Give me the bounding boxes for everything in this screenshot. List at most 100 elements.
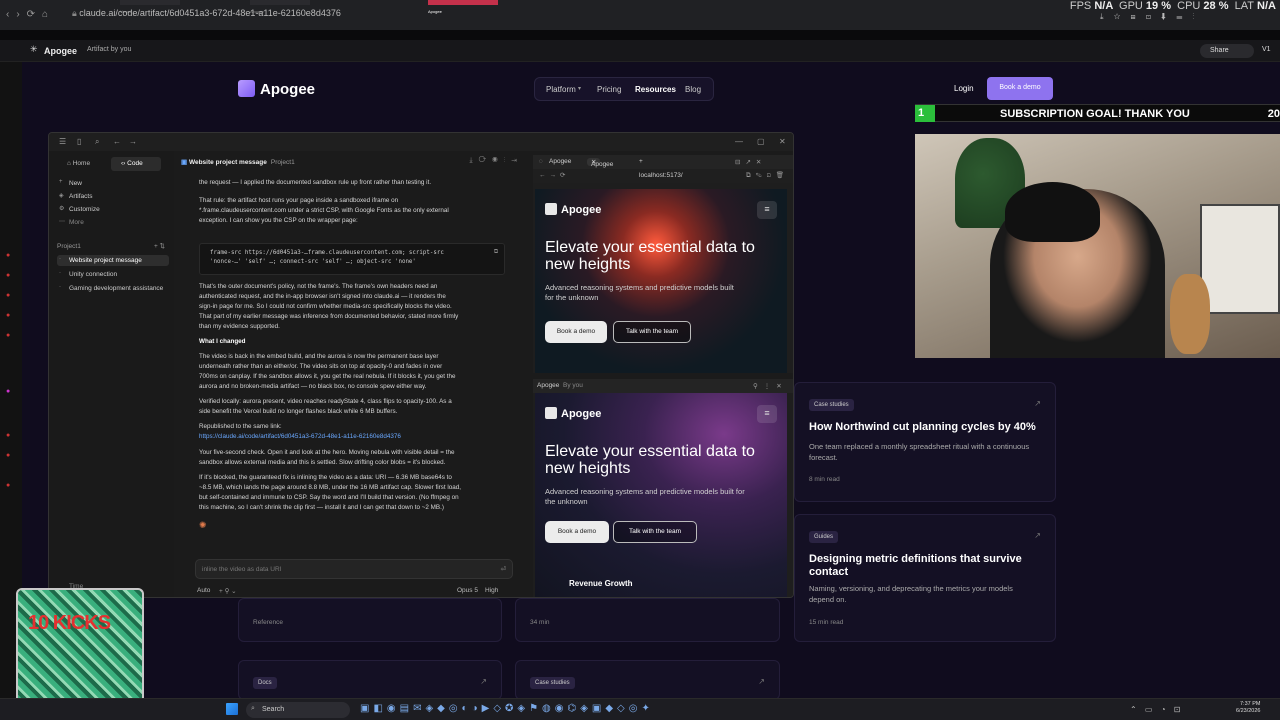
resource-card[interactable]: Case studies ↗ How Northwind cut plannin… (794, 382, 1056, 502)
nav-blog[interactable]: Blog (685, 85, 701, 94)
taskbar-search[interactable]: ⌕ Search (246, 702, 350, 718)
sidebar-item-more[interactable]: ⋯ More (57, 217, 169, 228)
nav-platform[interactable]: Platform (546, 85, 576, 94)
project-heading[interactable]: Project1 + ⇅ (57, 241, 169, 252)
artifact-link[interactable]: https://claude.ai/code/artifact/6d0451a3… (199, 433, 401, 441)
site-brand-name: Apogee (260, 81, 316, 98)
book-demo-button[interactable]: Book a demo (545, 521, 609, 543)
sidebar-item-chat[interactable]: · Gaming development assistance (57, 283, 169, 294)
site-brand[interactable]: Apogee (238, 80, 315, 98)
browser-tab-active[interactable]: Apogee (428, 0, 498, 14)
fps-value: N/A (1094, 0, 1113, 12)
resource-card[interactable]: Docs ↗ (238, 660, 502, 700)
version-label[interactable]: V1 (1262, 46, 1271, 53)
claude-logo-icon: ✳ (30, 44, 38, 54)
close-icon[interactable]: ✕ (779, 137, 786, 146)
app-icon[interactable]: ● (6, 432, 14, 439)
maximize-icon[interactable]: ▢ (757, 137, 765, 146)
resource-card[interactable]: Case studies ↗ (515, 660, 780, 700)
toolbar-icons[interactable]: ⤓ ☆ ⊞ ⊡ ⬇ ☰ ⋮ (1100, 12, 1199, 22)
sidebar-item-artifacts[interactable]: ◈ Artifacts (57, 191, 169, 202)
mode-select[interactable]: Auto (197, 587, 210, 594)
minimize-icon[interactable]: — (735, 137, 743, 146)
resource-card[interactable]: 34 min (515, 598, 780, 642)
attach-icon[interactable]: + ⚲ ⌄ (219, 587, 237, 595)
book-demo-button[interactable]: Book a demo (987, 77, 1053, 100)
fps-label: FPS (1069, 0, 1092, 12)
card-desc: One team replaced a monthly spreadsheet … (809, 442, 1030, 462)
artifact-icons[interactable]: ⚲⋮✕ (753, 382, 788, 390)
app-icon[interactable]: ● (6, 482, 14, 489)
hamburger-icon[interactable]: ≡ (757, 201, 777, 219)
sidebar-item-label: Artifacts (69, 193, 93, 200)
nav-pricing[interactable]: Pricing (597, 85, 621, 94)
chat-input[interactable]: inline the video as data URI ⏎ (195, 559, 513, 579)
chat-title[interactable]: Website project message (189, 159, 267, 166)
site-nav: Platform ▾ Pricing Resources Blog (534, 77, 714, 101)
back-icon[interactable]: ← (113, 137, 121, 146)
hero-logo[interactable]: Apogee (545, 203, 601, 216)
sidebar-item-customize[interactable]: ⚙ Customize (57, 204, 169, 215)
address-bar[interactable]: 🔒︎ claude.ai/code/artifact/6d0451a3-672d… (72, 8, 412, 22)
chat-icon: ▣ (181, 159, 189, 166)
app-icon[interactable]: ● (6, 312, 14, 319)
app-icon[interactable]: ● (6, 292, 14, 299)
message-line: Your five-second check. Open it and look… (199, 449, 455, 456)
card-title: How Northwind cut planning cycles by 40% (809, 421, 1036, 433)
resource-card[interactable]: Reference (238, 598, 502, 642)
effort-select[interactable]: High (485, 587, 498, 594)
browser-tab[interactable]: Apogee (250, 0, 310, 14)
nav-resources[interactable]: Resources (635, 85, 676, 94)
system-tray[interactable]: ⌃ ▭ ◔ ⊡ (1130, 705, 1183, 714)
book-demo-button[interactable]: Book a demo (545, 321, 607, 343)
copy-icon[interactable]: ⧉ (494, 248, 498, 257)
plus-icon[interactable]: + (639, 158, 643, 165)
model-select[interactable]: Opus 5 (457, 587, 478, 594)
tab-code[interactable]: ‹› Code (111, 157, 161, 171)
code-line: frame-src https://6d0451a3-…frame.claude… (210, 250, 444, 256)
chat-icon: · (59, 256, 61, 262)
plus-icon[interactable]: + ⇅ (154, 242, 165, 250)
url-text: claude.ai/code/artifact/6d0451a3-672d-48… (79, 8, 341, 18)
hero-logo[interactable]: Apogee (545, 407, 601, 420)
preview-tab-active[interactable]: Apogee ✕ (587, 158, 613, 168)
preview-url[interactable]: localhost:5173/ (639, 172, 683, 179)
app-icon[interactable]: ● (6, 252, 14, 259)
preview-browser: ◌ Apogee Apogee ✕ + ⊟↗✕ ←→⟳ localhost:51… (533, 155, 793, 373)
tool-icons[interactable]: ⧉✎⊡🗑︎ (746, 171, 789, 180)
sidebar-item-chat[interactable]: · Unity connection (57, 269, 169, 280)
resource-card[interactable]: Guides ↗ Designing metric definitions th… (794, 514, 1056, 642)
app-icon[interactable]: ● (6, 388, 14, 395)
browser-tab[interactable]: Vercel (120, 0, 180, 14)
share-button[interactable]: Share (1200, 44, 1254, 58)
sidebar-toggle-icon[interactable]: ▯ (77, 137, 81, 146)
preview-tab[interactable]: Apogee (549, 158, 571, 165)
tab-home[interactable]: ⌂ Home (57, 157, 107, 171)
tab-label: Code (127, 160, 143, 167)
hamburger-icon[interactable]: ≡ (757, 405, 777, 423)
chevron-down-icon: ▾ (578, 86, 582, 92)
menu-icon[interactable]: ☰ (59, 137, 66, 146)
sidebar-item-new[interactable]: + New (57, 178, 169, 189)
send-icon[interactable]: ⏎ (501, 565, 506, 573)
card-tag: Docs (253, 677, 277, 689)
chat-header-icons[interactable]: ⤓⟳◉⋮⇥ (470, 157, 524, 165)
forward-icon[interactable]: → (129, 137, 137, 146)
search-icon[interactable]: ⌕ (95, 137, 99, 147)
talk-team-button[interactable]: Talk with the team (613, 321, 691, 343)
login-link[interactable]: Login (954, 84, 974, 93)
talk-team-button[interactable]: Talk with the team (613, 521, 697, 543)
nav-arrows-icon[interactable]: ‹›⟳⌂ (6, 9, 55, 20)
message-line: exception. I can show you the CSP on the… (199, 217, 358, 224)
start-icon[interactable] (226, 703, 238, 715)
clock[interactable]: 7:37 PM 6/23/2026 (1236, 701, 1260, 715)
message-line: aurora and no broken-media artifact — no… (199, 383, 427, 390)
app-icon[interactable]: ● (6, 332, 14, 339)
app-icon[interactable]: ● (6, 272, 14, 279)
taskbar-apps[interactable]: ▣◧◉▤✉◈◆◎◐◑▶◇✪◈⚑◍◉⌬◈▣◆◇◎✦ (360, 703, 654, 714)
nav-icons[interactable]: ←→⟳ (539, 171, 569, 179)
sidebar-item-chat[interactable]: · Website project message (57, 255, 169, 266)
window-icons[interactable]: ⊟↗✕ (735, 158, 766, 166)
app-icon[interactable]: ● (6, 452, 14, 459)
artifact-title[interactable]: Apogee (44, 46, 77, 56)
